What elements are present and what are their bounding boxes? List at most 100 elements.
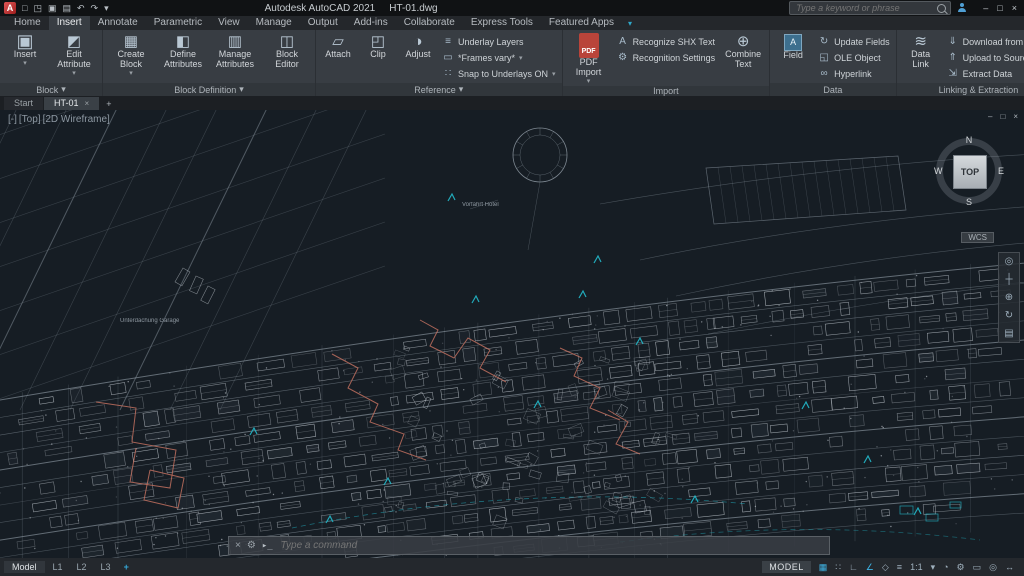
panel-block-definition-label[interactable]: Block Definition ▾ (103, 83, 315, 96)
graphics-performance-icon[interactable]: ◎ (989, 562, 997, 573)
viewcube-west[interactable]: W (934, 166, 943, 176)
model-space-toggle[interactable]: MODEL (762, 561, 811, 573)
save-file-icon[interactable]: ▣ (48, 3, 57, 14)
command-close-icon[interactable]: × (235, 540, 241, 551)
viewcube-north[interactable]: N (966, 135, 973, 145)
wcs-dropdown[interactable]: WCS (961, 232, 994, 243)
snap-mode-icon[interactable]: ∷ (835, 562, 841, 573)
tab-view[interactable]: View (210, 16, 248, 30)
pdf-import-button[interactable]: PDF PDF Import ▾ (566, 32, 612, 86)
viewport-minimize-control[interactable]: [-] (8, 114, 17, 125)
block-editor-button[interactable]: ◫ Block Editor (262, 32, 312, 83)
tab-annotate[interactable]: Annotate (90, 16, 146, 30)
drawing-canvas[interactable]: Vorfahrt Hotel Unterdachung Garage [-] [T… (0, 110, 1024, 558)
app-menu-button[interactable]: A (4, 2, 16, 14)
panel-import-label[interactable]: Import (562, 85, 770, 96)
ole-object-button[interactable]: ◱ OLE Object (815, 50, 893, 65)
sign-in-icon[interactable] (957, 3, 967, 13)
tab-express-tools[interactable]: Express Tools (463, 16, 541, 30)
panel-linking-extraction-label[interactable]: Linking & Extraction (896, 83, 1024, 96)
undo-icon[interactable]: ↶ (77, 3, 85, 14)
redo-icon[interactable]: ↷ (91, 3, 99, 14)
panel-block-label[interactable]: Block ▾ (0, 83, 102, 96)
search-input[interactable] (794, 2, 934, 14)
workspace-gear-icon[interactable]: ⚙ (957, 562, 965, 573)
ribbon-options-caret-icon[interactable]: ▾ (622, 18, 638, 30)
search-box[interactable] (789, 1, 952, 15)
upload-to-source-button[interactable]: ⇑ Upload to Source (944, 50, 1024, 65)
orbit-icon[interactable]: ↻ (1005, 310, 1013, 321)
zoom-icon[interactable]: ⊕ (1005, 292, 1013, 303)
close-button[interactable]: × (1012, 3, 1017, 13)
clip-button[interactable]: ◰ Clip (359, 32, 397, 83)
frames-vary-button[interactable]: ▭ *Frames vary* ▾ (439, 50, 559, 65)
tab-output[interactable]: Output (300, 16, 346, 30)
navigation-wheel-icon[interactable]: ◎ (1005, 256, 1014, 267)
recognize-shx-text-button[interactable]: A Recognize SHX Text (614, 34, 719, 49)
minimize-button[interactable]: – (983, 3, 988, 13)
snap-to-underlays-button[interactable]: ∷ Snap to Underlays ON ▾ (439, 66, 559, 81)
tab-add-ins[interactable]: Add-ins (346, 16, 396, 30)
recognition-settings-button[interactable]: ⚙ Recognition Settings (614, 50, 719, 65)
hyperlink-button[interactable]: ∞ Hyperlink (815, 66, 893, 81)
define-attributes-button[interactable]: ◧ Define Attributes (158, 32, 208, 83)
data-link-button[interactable]: ≋ Data Link (900, 32, 942, 83)
viewcube[interactable]: TOP N S W E (934, 135, 1004, 207)
grid-icon[interactable]: ▦ (819, 562, 828, 573)
model-tab[interactable]: Model (4, 561, 45, 573)
viewcube-top-face[interactable]: TOP (953, 155, 987, 189)
new-drawing-tab-button[interactable]: + (100, 99, 117, 110)
site-plan-drawing[interactable]: Vorfahrt Hotel Unterdachung Garage (0, 110, 1024, 558)
annotation-visibility-icon[interactable]: ◔ (943, 562, 948, 572)
plot-icon[interactable]: ▤ (62, 3, 71, 14)
file-tab-ht01[interactable]: HT-01 × (44, 97, 100, 110)
new-file-icon[interactable]: □ (22, 3, 27, 13)
underlay-layers-button[interactable]: ≡ Underlay Layers (439, 34, 559, 49)
panel-data-label[interactable]: Data (770, 83, 896, 96)
create-block-button[interactable]: ▦ Create Block ▾ (106, 32, 156, 83)
ortho-icon[interactable]: ∟ (849, 562, 858, 572)
annotation-scale-button[interactable]: 1:1 (910, 562, 923, 572)
insert-block-button[interactable]: ▣ Insert ▾ (3, 32, 47, 83)
update-fields-button[interactable]: ↻ Update Fields (815, 34, 893, 49)
tab-parametric[interactable]: Parametric (146, 16, 210, 30)
drawing-close-icon[interactable]: × (1013, 112, 1018, 121)
extract-data-button[interactable]: ⇲ Extract Data (944, 66, 1024, 81)
viewcube-east[interactable]: E (998, 166, 1004, 176)
viewcube-south[interactable]: S (966, 197, 972, 207)
new-layout-button[interactable]: + (119, 562, 134, 572)
layout-tab-l1[interactable]: L1 (47, 561, 69, 573)
search-icon[interactable] (937, 3, 947, 13)
open-file-icon[interactable]: ◳ (33, 3, 42, 14)
lineweight-icon[interactable]: ≡ (897, 562, 902, 572)
command-line[interactable]: × ⚙ ▸_ (228, 536, 830, 555)
layout-tab-l2[interactable]: L2 (71, 561, 93, 573)
viewport-visual-style-control[interactable]: [2D Wireframe] (43, 114, 110, 125)
object-snap-icon[interactable]: ◇ (882, 562, 889, 573)
tab-home[interactable]: Home (6, 16, 49, 30)
tab-manage[interactable]: Manage (248, 16, 300, 30)
drawing-minimize-icon[interactable]: – (988, 112, 992, 121)
download-from-source-button[interactable]: ⇓ Download from Source (944, 34, 1024, 49)
edit-attribute-button[interactable]: ◩ Edit Attribute ▾ (49, 32, 99, 83)
tab-collaborate[interactable]: Collaborate (396, 16, 463, 30)
file-tab-close-icon[interactable]: × (85, 99, 90, 108)
tab-featured-apps[interactable]: Featured Apps (541, 16, 622, 30)
layout-tab-l3[interactable]: L3 (95, 561, 117, 573)
combine-text-button[interactable]: ⊕ Combine Text (720, 32, 766, 86)
qat-caret-icon[interactable]: ▾ (104, 3, 109, 14)
scale-caret-icon[interactable]: ▾ (931, 562, 936, 573)
pan-icon[interactable]: ┼ (1005, 274, 1012, 285)
viewport-view-control[interactable]: [Top] (19, 114, 41, 125)
showmotion-icon[interactable]: ▤ (1004, 328, 1013, 339)
panel-reference-label[interactable]: Reference ▾ (316, 83, 562, 96)
field-button[interactable]: A Field (773, 32, 813, 83)
tab-insert[interactable]: Insert (48, 16, 90, 30)
clean-screen-icon[interactable]: ↔ (1005, 562, 1014, 572)
polar-tracking-icon[interactable]: ∠ (866, 562, 874, 573)
command-customize-icon[interactable]: ⚙ (247, 540, 256, 551)
file-tab-start[interactable]: Start (4, 97, 44, 110)
isolate-objects-icon[interactable]: ▭ (973, 562, 982, 573)
drawing-restore-icon[interactable]: □ (1000, 112, 1005, 121)
maximize-button[interactable]: □ (997, 3, 1002, 13)
